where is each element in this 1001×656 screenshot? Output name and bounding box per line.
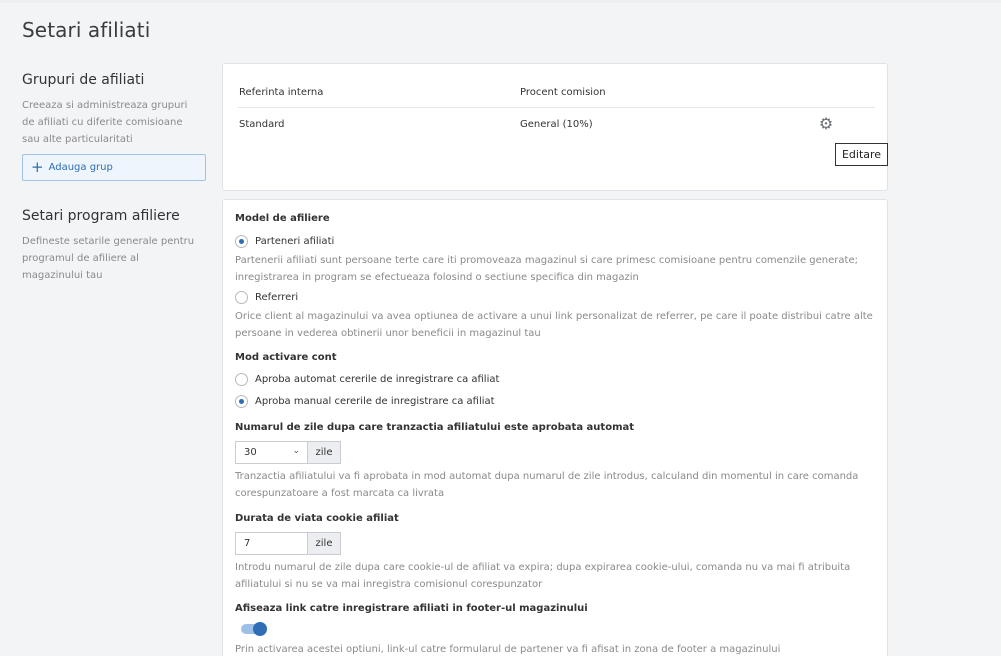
column-header-commission: Procent comision <box>520 87 606 98</box>
radio-label: Aproba manual cererile de inregistrare c… <box>255 396 495 407</box>
top-border <box>0 0 1001 3</box>
radio-label: Aproba automat cererile de inregistrare … <box>255 374 500 385</box>
cookie-unit-addon: zile <box>307 532 341 555</box>
page-title: Setari afiliati <box>22 18 151 42</box>
add-group-button[interactable]: + Adauga grup <box>22 154 206 181</box>
model-label: Model de afiliere <box>235 213 330 224</box>
row-commission: General (10%) <box>520 119 593 130</box>
edit-tooltip: Editare <box>835 143 888 166</box>
radio-button[interactable] <box>235 395 248 408</box>
cookie-label: Durata de viata cookie afiliat <box>235 513 399 524</box>
radio-referrers[interactable]: Referreri <box>235 291 298 304</box>
groups-section-description: Creeaza si administreaza grupuri de afil… <box>22 100 188 145</box>
column-header-reference: Referinta interna <box>239 87 324 98</box>
footer-link-toggle[interactable] <box>241 622 267 636</box>
days-unit-addon: zile <box>307 441 341 464</box>
radio-label: Parteneri afiliati <box>255 236 335 247</box>
plus-icon: + <box>31 158 44 176</box>
days-label: Numarul de zile dupa care tranzactia afi… <box>235 422 635 433</box>
referrers-help: Orice client al magazinului va avea opti… <box>235 311 873 339</box>
row-reference: Standard <box>239 119 285 130</box>
footer-link-help: Prin activarea acestei optiuni, link-ul … <box>235 644 781 655</box>
toggle-knob <box>253 622 267 636</box>
radio-manual-approve[interactable]: Aproba manual cererile de inregistrare c… <box>235 395 495 408</box>
chevron-down-icon: ⌄ <box>292 446 300 456</box>
table-divider <box>238 107 875 108</box>
gear-icon[interactable]: ⚙ <box>816 113 836 133</box>
cookie-value: 7 <box>244 538 251 549</box>
affiliate-partners-help: Partenerii afiliati sunt persoane terte … <box>235 255 858 283</box>
footer-link-label: Afiseaza link catre inregistrare afiliat… <box>235 603 588 614</box>
radio-label: Referreri <box>255 292 299 303</box>
groups-table-card: Referinta interna Procent comision Stand… <box>222 63 888 191</box>
days-value: 30 <box>244 447 257 458</box>
radio-button[interactable] <box>235 291 248 304</box>
cookie-help: Introdu numarul de zile dupa care cookie… <box>235 562 851 590</box>
cookie-input[interactable]: 7 <box>235 532 307 555</box>
program-section-title: Setari program afiliere <box>22 208 180 224</box>
radio-auto-approve[interactable]: Aproba automat cererile de inregistrare … <box>235 373 499 386</box>
radio-button[interactable] <box>235 373 248 386</box>
days-select[interactable]: 30 ⌄ <box>235 441 307 464</box>
groups-section-title: Grupuri de afiliati <box>22 72 145 88</box>
add-group-label: Adauga grup <box>48 162 113 173</box>
program-section-description: Defineste setarile generale pentru progr… <box>22 236 195 281</box>
program-settings-card: Model de afiliere Parteneri afiliati Par… <box>222 199 888 656</box>
radio-button[interactable] <box>235 235 248 248</box>
days-help: Tranzactia afiliatului va fi aprobata in… <box>235 471 859 499</box>
radio-affiliate-partners[interactable]: Parteneri afiliati <box>235 235 334 248</box>
activation-label: Mod activare cont <box>235 352 337 363</box>
